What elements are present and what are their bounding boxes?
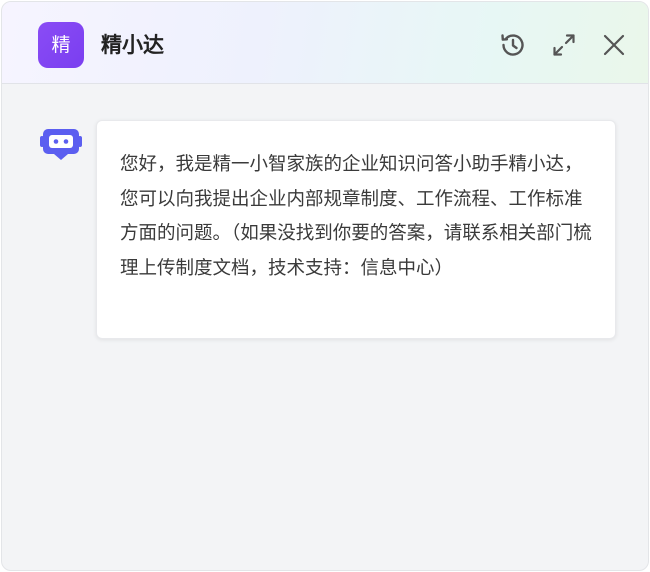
- expand-button[interactable]: [548, 29, 580, 61]
- history-button[interactable]: [497, 29, 529, 61]
- chat-window: 精 精小达 您好，我是精一小智家族的企业知识问答小助手精小达，您可以向我提出企业…: [1, 1, 649, 571]
- app-logo: 精: [38, 22, 84, 68]
- chat-header: 精 精小达: [2, 2, 648, 84]
- expand-icon: [553, 34, 575, 56]
- bot-avatar: [40, 126, 82, 162]
- assistant-message-bubble: 您好，我是精一小智家族的企业知识问答小助手精小达，您可以向我提出企业内部规章制度…: [96, 120, 616, 339]
- assistant-message-text: 您好，我是精一小智家族的企业知识问答小助手精小达，您可以向我提出企业内部规章制度…: [120, 154, 592, 279]
- history-icon: [501, 34, 524, 56]
- close-button[interactable]: [598, 29, 630, 61]
- app-title: 精小达: [101, 33, 164, 57]
- close-icon: [603, 34, 625, 56]
- robot-icon: [40, 129, 82, 160]
